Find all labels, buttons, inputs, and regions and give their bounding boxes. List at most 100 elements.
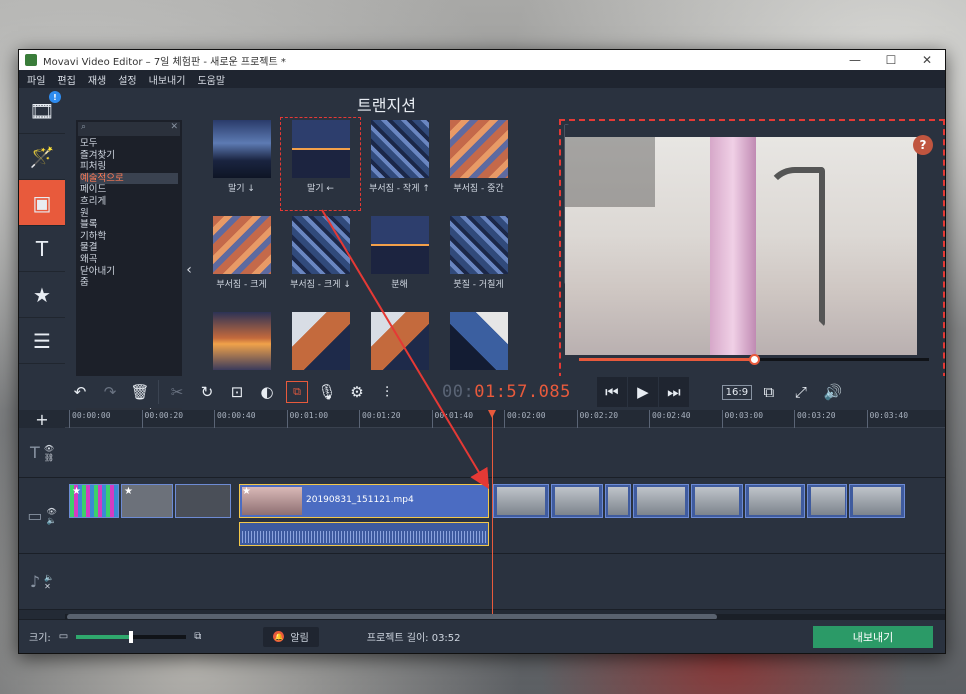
audio-waveform[interactable] [239, 522, 489, 546]
visibility-icon[interactable]: 👁 [44, 444, 54, 453]
speaker-icon[interactable]: 🔈 [44, 573, 54, 582]
transition-item[interactable]: 말기 ↓ [202, 118, 281, 210]
video-clip[interactable] [633, 484, 689, 518]
transitions-tool[interactable]: ▣ [19, 180, 65, 226]
popout-preview-button[interactable]: ⧉ [754, 377, 784, 407]
category-item[interactable]: 왜곡 [80, 254, 178, 266]
seek-handle[interactable] [749, 354, 760, 365]
transition-label: 분해 [391, 280, 408, 290]
menu-file[interactable]: 파일 [27, 72, 45, 87]
fullscreen-button[interactable]: ⤢ [786, 377, 816, 407]
category-item[interactable]: 흐리게 [80, 196, 178, 208]
video-clip[interactable]: ★ [69, 484, 119, 518]
video-clip[interactable]: ★ [121, 484, 173, 518]
color-adjust-button[interactable]: ◐ [252, 377, 282, 407]
stickers-tool[interactable]: ★ [19, 272, 65, 318]
category-item[interactable]: 예술적으로 [80, 172, 178, 185]
undo-button[interactable]: ↶ [65, 377, 95, 407]
playhead[interactable] [487, 410, 496, 620]
bell-icon: 🔔 [273, 631, 285, 642]
category-item[interactable]: 모두 [80, 138, 178, 150]
link-icon[interactable]: ⛓ [44, 453, 54, 462]
zoom-in-icon[interactable]: ⧉ [194, 631, 201, 642]
visibility-icon[interactable]: 👁 [46, 507, 56, 516]
video-clip[interactable] [493, 484, 549, 518]
menu-settings[interactable]: 설정 [118, 72, 136, 87]
rotate-button[interactable]: ↻ [192, 377, 222, 407]
transition-grid: 말기 ↓ 말기 ← 부서짐 - 작게 ↑ 부서짐 - 중간부서짐 - 크게 부서짐 - … [202, 117, 571, 402]
transition-item[interactable]: 말기 ← [280, 117, 361, 211]
zoom-handle[interactable] [129, 630, 134, 643]
zoom-out-icon[interactable]: ▭ [59, 631, 68, 642]
music-track-header: ♪ 🔈 ✕ [19, 554, 65, 609]
category-search-input[interactable]: ⌕ ✕ [78, 122, 180, 136]
import-tool[interactable]: 🎞 ! [19, 88, 65, 134]
selected-video-clip[interactable]: ★ 20190831_151121.mp4 [239, 484, 489, 518]
category-item[interactable]: 기하학 [80, 231, 178, 243]
transition-item[interactable]: 부서짐 - 작게 ↑ [360, 118, 439, 210]
transition-item[interactable]: 붓질 - 거칠게 [439, 214, 518, 306]
category-item[interactable]: 닫아내기 [80, 266, 178, 278]
category-item[interactable]: 블록 [80, 219, 178, 231]
cut-button[interactable]: ✂ [162, 377, 192, 407]
category-item[interactable]: 물결 [80, 242, 178, 254]
timecode-display: 00:01:57.085 [442, 382, 571, 402]
category-item[interactable]: 페이드 [80, 184, 178, 196]
video-clip[interactable] [849, 484, 905, 518]
preview-seek-bar[interactable] [579, 354, 929, 365]
video-track-body[interactable]: ★ ★ ★ 20190831_151121.mp4 [65, 478, 945, 553]
notification-badge: ! [49, 91, 61, 103]
category-item[interactable]: 원 [80, 208, 178, 220]
timeline-ruler[interactable]: 00:00:00 00:00:20 00:00:40 00:01:00 00:01:20… [65, 410, 945, 428]
speaker-icon[interactable]: 🔈 [46, 516, 56, 525]
transition-item[interactable]: 부서짐 - 크게 [202, 214, 281, 306]
clip-properties-button[interactable]: ⚙ [342, 377, 372, 407]
video-clip[interactable] [175, 484, 231, 518]
close-button[interactable]: ✕ [909, 53, 945, 67]
redo-button[interactable]: ↷ [95, 377, 125, 407]
mute-icon[interactable]: ✕ [44, 582, 54, 591]
edit-toolbar: ↶ ↷ 🗑 ✂ ↻ ⊡ ◐ ⧉ 🎙 ⚙ ⫶ 00:01:57.085 ⏮ ▶ ⏭… [65, 376, 945, 408]
category-item[interactable]: 줌 [80, 277, 178, 289]
video-clip[interactable] [551, 484, 603, 518]
crop-button[interactable]: ⊡ [222, 377, 252, 407]
delete-button[interactable]: 🗑 [125, 377, 155, 407]
previous-frame-button[interactable]: ⏮ [596, 377, 627, 407]
video-clip[interactable] [691, 484, 743, 518]
menu-export[interactable]: 내보내기 [149, 72, 186, 87]
transition-item[interactable]: 분해 [360, 214, 439, 306]
category-item[interactable]: 즐겨찾기 [80, 150, 178, 162]
transition-item[interactable]: 부서짐 - 중간 [439, 118, 518, 210]
minimize-button[interactable]: — [837, 53, 873, 67]
music-track-body[interactable] [65, 554, 945, 609]
menu-help[interactable]: 도움말 [197, 72, 225, 87]
transition-wizard-button[interactable]: ⧉ [286, 381, 308, 403]
alerts-button[interactable]: 🔔 알림 [263, 626, 319, 647]
play-button[interactable]: ▶ [627, 377, 658, 407]
video-clip[interactable] [807, 484, 847, 518]
export-button[interactable]: 내보내기 [813, 625, 933, 648]
zoom-slider[interactable] [76, 630, 187, 643]
titles-tool[interactable]: T [19, 226, 65, 272]
collapse-panel-button[interactable]: ‹ [182, 120, 196, 419]
help-button[interactable]: ? [913, 135, 933, 155]
more-tools[interactable]: ☰ [19, 318, 65, 364]
menu-edit[interactable]: 편집 [57, 72, 75, 87]
video-clip[interactable] [745, 484, 805, 518]
next-frame-button[interactable]: ⏭ [658, 377, 689, 407]
title-track-body[interactable] [65, 428, 945, 477]
aspect-ratio-button[interactable]: 16:9 [721, 377, 753, 407]
volume-button[interactable]: 🔊 [818, 377, 848, 407]
clear-icon[interactable]: ✕ [170, 122, 178, 132]
transition-item[interactable]: 부서짐 - 크게 ↓ [281, 214, 360, 306]
maximize-button[interactable]: ☐ [873, 53, 909, 67]
record-audio-button[interactable]: 🎙 [312, 377, 342, 407]
add-track-button[interactable]: + [19, 410, 65, 429]
star-icon: ★ [124, 486, 133, 497]
menu-playback[interactable]: 재생 [88, 72, 106, 87]
audio-equalizer-button[interactable]: ⫶ [372, 377, 402, 407]
video-clip[interactable] [605, 484, 631, 518]
filters-tool[interactable]: 🪄 [19, 134, 65, 180]
category-item[interactable]: 피처링 [80, 161, 178, 173]
clip-thumbnail [497, 487, 545, 515]
